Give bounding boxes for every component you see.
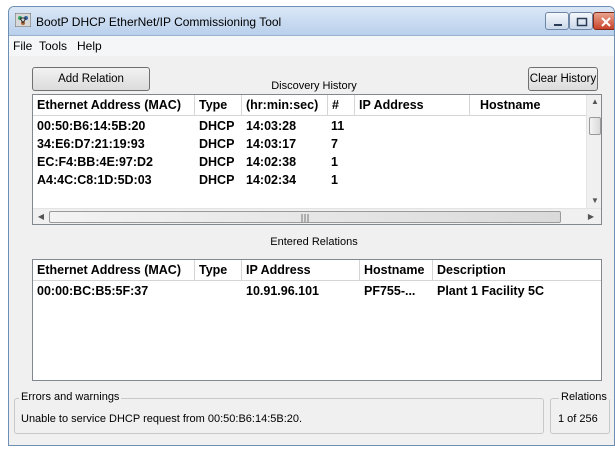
errors-title: Errors and warnings [19,391,122,403]
scroll-up-icon[interactable]: ▲ [587,97,601,106]
col-description[interactable]: Description [433,260,601,281]
count-cell: 11 [331,119,345,133]
discovery-history-caption: Discovery History [271,80,357,92]
mac-cell: A4:4C:C8:1D:5D:03 [37,173,152,187]
relations-title: Relations [559,391,609,403]
add-relation-button[interactable]: Add Relation [32,67,150,91]
grip-icon [301,214,309,222]
entered-relations-list[interactable]: Ethernet Address (MAC) Type IP Address H… [32,259,602,381]
discovery-history-list[interactable]: Ethernet Address (MAC) Type (hr:min:sec)… [32,94,602,225]
mac-cell: 00:00:BC:B5:5F:37 [37,284,149,298]
type-cell: DHCP [199,119,235,133]
horizontal-scroll-thumb[interactable] [49,211,561,223]
network-tool-icon [15,13,31,27]
col-ip[interactable]: IP Address [242,260,360,281]
app-window: BootP DHCP EtherNet/IP Commissioning Too… [8,6,615,446]
scroll-left-icon[interactable]: ◀ [35,212,47,221]
maximize-icon [576,17,588,27]
minimize-button[interactable] [545,12,569,30]
type-cell: DHCP [199,137,235,151]
count-cell: 1 [331,173,338,187]
col-time[interactable]: (hr:min:sec) [242,95,328,116]
minimize-icon [554,24,562,26]
close-button[interactable] [593,12,614,30]
count-cell: 7 [331,137,338,151]
type-cell: DHCP [199,173,235,187]
time-cell: 14:03:28 [246,119,297,133]
col-type[interactable]: Type [195,95,242,116]
menu-file[interactable]: File [13,39,32,53]
time-cell: 14:03:17 [246,137,297,151]
type-cell: DHCP [199,155,235,169]
col-type[interactable]: Type [195,260,242,281]
mac-cell: 34:E6:D7:21:19:93 [37,137,145,151]
errors-groupbox: Errors and warnings Unable to service DH… [14,391,544,434]
error-message: Unable to service DHCP request from 00:5… [21,413,303,425]
menu-bar: File Tools Help [9,36,614,56]
col-mac[interactable]: Ethernet Address (MAC) [33,95,195,116]
time-cell: 14:02:34 [246,173,297,187]
entered-relations-caption: Entered Relations [270,236,358,248]
discovery-horizontal-scrollbar[interactable]: ◀ ▶ [33,208,601,224]
time-cell: 14:02:38 [246,155,297,169]
maximize-button[interactable] [569,12,593,30]
col-hostname[interactable]: Hostname [470,95,587,116]
relations-count: 1 of 256 [558,413,598,425]
vertical-scroll-thumb[interactable] [589,117,601,135]
count-cell: 1 [331,155,338,169]
relations-groupbox: Relations 1 of 256 [550,391,610,434]
clear-history-button[interactable]: Clear History [528,67,598,91]
scroll-down-icon[interactable]: ▼ [587,196,601,205]
description-cell: Plant 1 Facility 5C [437,284,544,298]
scroll-right-icon[interactable]: ▶ [585,212,597,221]
col-hostname[interactable]: Hostname [360,260,433,281]
mac-cell: EC:F4:BB:4E:97:D2 [37,155,153,169]
menu-tools[interactable]: Tools [39,39,67,53]
menu-help[interactable]: Help [77,39,102,53]
hostname-cell: PF755-... [364,284,416,298]
discovery-vertical-scrollbar[interactable]: ▲ ▼ [586,95,601,208]
col-ip[interactable]: IP Address [355,95,470,116]
mac-cell: 00:50:B6:14:5B:20 [37,119,146,133]
ip-cell: 10.91.96.101 [246,284,319,298]
col-count[interactable]: # [328,95,355,116]
title-bar[interactable]: BootP DHCP EtherNet/IP Commissioning Too… [9,7,614,36]
close-icon [601,17,611,27]
window-title: BootP DHCP EtherNet/IP Commissioning Too… [36,15,282,29]
col-mac[interactable]: Ethernet Address (MAC) [33,260,195,281]
